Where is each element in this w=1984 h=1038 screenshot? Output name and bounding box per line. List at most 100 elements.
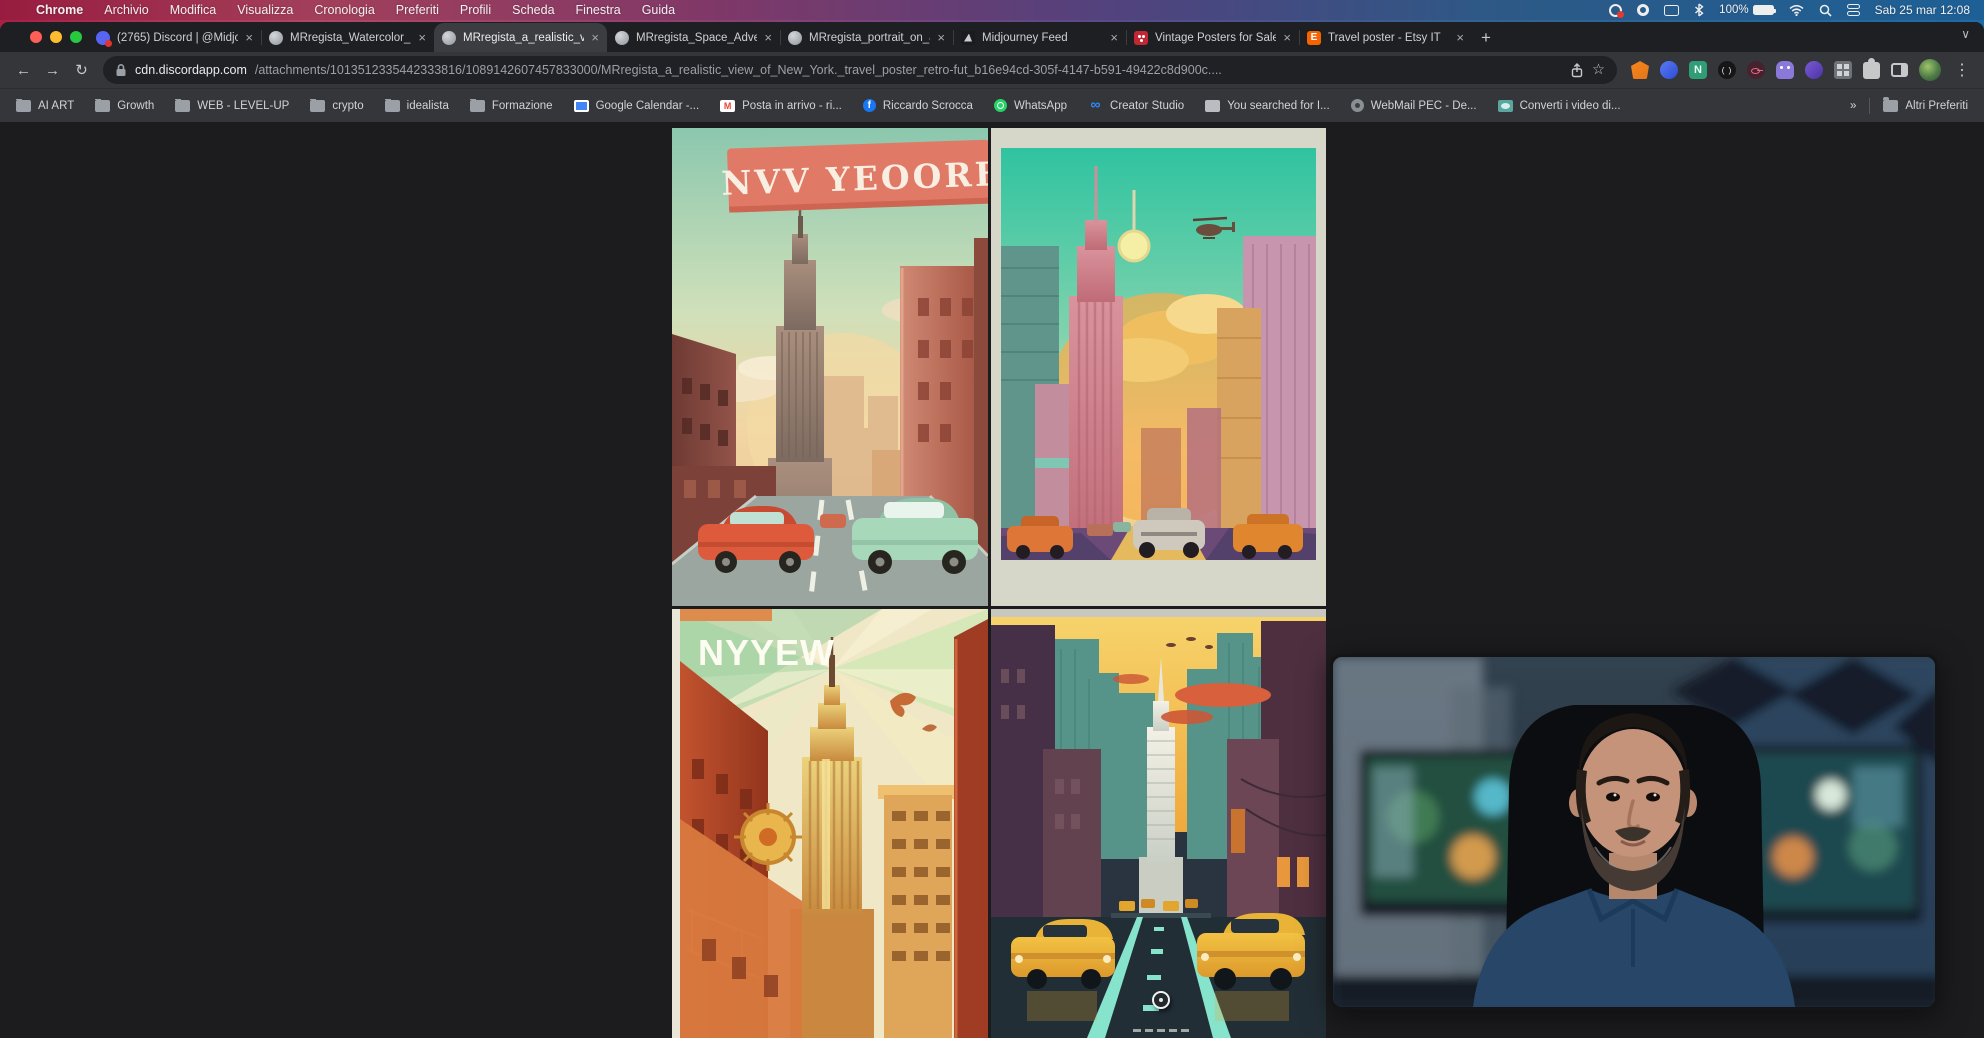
tab-label: Vintage Posters for Sale | bbox=[1155, 32, 1276, 44]
bookmark-icon bbox=[574, 100, 589, 112]
tab-favicon bbox=[442, 31, 456, 45]
menu-item[interactable]: Preferiti bbox=[396, 3, 439, 17]
n-extension-icon[interactable] bbox=[1689, 61, 1707, 79]
bookmark-items: AI ART Growth WEB - LEVEL-UP crypto bbox=[16, 99, 1621, 112]
profile-avatar[interactable] bbox=[1919, 59, 1941, 81]
bookmark-star-icon[interactable]: ☆ bbox=[1592, 62, 1605, 78]
tab-search-chevron-icon[interactable]: ∨ bbox=[1961, 27, 1970, 41]
tab-close-icon[interactable]: × bbox=[1283, 31, 1291, 44]
bookmark-label: Growth bbox=[117, 100, 154, 112]
menu-item[interactable]: Visualizza bbox=[237, 3, 293, 17]
forward-button[interactable]: → bbox=[39, 57, 66, 84]
bookmark-item[interactable]: Growth bbox=[95, 100, 154, 112]
bookmark-item[interactable]: Posta in arrivo - ri... bbox=[720, 100, 842, 112]
chrome-menu-dots-icon[interactable]: ⋮ bbox=[1954, 60, 1970, 80]
menu-item[interactable]: Cronologia bbox=[314, 3, 374, 17]
fullscreen-window-button[interactable] bbox=[70, 31, 82, 43]
bookmark-item[interactable]: Converti i video di... bbox=[1498, 100, 1621, 112]
side-panel-icon[interactable] bbox=[1891, 63, 1908, 77]
minimize-window-button[interactable] bbox=[50, 31, 62, 43]
bookmark-item[interactable]: idealista bbox=[385, 100, 449, 112]
browser-tab[interactable]: Midjourney Feed × bbox=[953, 23, 1126, 52]
bookmark-item[interactable]: Creator Studio bbox=[1088, 100, 1184, 112]
tab-close-icon[interactable]: × bbox=[764, 31, 772, 44]
display-icon[interactable] bbox=[1664, 5, 1679, 16]
password-key-extension-icon[interactable] bbox=[1747, 61, 1765, 79]
user-switch-icon[interactable] bbox=[1847, 4, 1860, 16]
tab-close-icon[interactable]: × bbox=[937, 31, 945, 44]
menu-item[interactable]: Scheda bbox=[512, 3, 554, 17]
menubar-clock[interactable]: Sab 25 mar 12:08 bbox=[1875, 3, 1970, 17]
window-controls bbox=[30, 31, 82, 43]
sun-ornament bbox=[734, 803, 802, 871]
browser-tab[interactable]: MRregista_Space_Advent × bbox=[607, 23, 780, 52]
bookmark-item[interactable]: WhatsApp bbox=[994, 99, 1067, 112]
browser-tab[interactable]: Travel poster - Etsy IT × bbox=[1299, 23, 1472, 52]
tab-close-icon[interactable]: × bbox=[1456, 31, 1464, 44]
bookmark-item[interactable]: Riccardo Scrocca bbox=[863, 99, 973, 112]
address-bar[interactable]: cdn.discordapp.com /attachments/10135123… bbox=[103, 56, 1617, 84]
url-host: cdn.discordapp.com bbox=[135, 63, 247, 77]
spotlight-search-icon[interactable] bbox=[1819, 4, 1832, 17]
poster-art bbox=[991, 128, 1326, 606]
other-bookmarks-folder[interactable]: Altri Preferiti bbox=[1883, 100, 1968, 112]
metamask-extension-icon[interactable] bbox=[1631, 61, 1649, 79]
bookmark-item[interactable]: crypto bbox=[310, 100, 363, 112]
bookmark-icon bbox=[863, 99, 876, 112]
bookmark-icon bbox=[385, 100, 400, 112]
browser-toolbar: ← → ↻ cdn.discordapp.com /attachments/10… bbox=[0, 52, 1984, 88]
purple-extension-icon[interactable] bbox=[1805, 61, 1823, 79]
menu-item[interactable]: Finestra bbox=[576, 3, 621, 17]
browser-tab[interactable]: MRregista_Watercolor_Pa × bbox=[261, 23, 434, 52]
tab-strip: (2765) Discord | @Midjou × MRregista_Wat… bbox=[0, 22, 1984, 52]
tab-favicon bbox=[788, 31, 802, 45]
tab-close-icon[interactable]: × bbox=[245, 31, 253, 44]
menubar-status-area: 100% Sab 25 mar 12:08 bbox=[1609, 3, 1970, 17]
blue-extension-icon[interactable] bbox=[1660, 61, 1678, 79]
battery-indicator[interactable]: 100% bbox=[1719, 4, 1773, 16]
tab-favicon bbox=[1134, 31, 1148, 45]
tab-favicon bbox=[961, 31, 975, 45]
tab-label: MRregista_a_realistic_vie bbox=[463, 32, 584, 44]
bookmark-item[interactable]: Formazione bbox=[470, 100, 553, 112]
lock-icon[interactable] bbox=[115, 63, 127, 77]
tab-close-icon[interactable]: × bbox=[591, 31, 599, 44]
ghost-extension-icon[interactable] bbox=[1776, 61, 1794, 79]
new-tab-button[interactable]: + bbox=[1472, 24, 1500, 52]
bookmark-icon bbox=[1351, 99, 1364, 112]
bookmark-item[interactable]: You searched for I... bbox=[1205, 100, 1330, 112]
bookmark-item[interactable]: WEB - LEVEL-UP bbox=[175, 100, 289, 112]
grid-extension-icon[interactable] bbox=[1834, 61, 1852, 79]
menu-item[interactable]: Archivio bbox=[104, 3, 148, 17]
browser-tab[interactable]: Vintage Posters for Sale | × bbox=[1126, 23, 1299, 52]
bookmark-icon bbox=[1205, 100, 1220, 112]
reload-button[interactable]: ↻ bbox=[68, 57, 95, 84]
bookmark-item[interactable]: Google Calendar -... bbox=[574, 100, 700, 112]
share-icon[interactable] bbox=[1570, 63, 1584, 78]
bookmark-item[interactable]: AI ART bbox=[16, 100, 74, 112]
menu-item[interactable]: Modifica bbox=[170, 3, 217, 17]
close-window-button[interactable] bbox=[30, 31, 42, 43]
battery-percent: 100% bbox=[1719, 4, 1748, 16]
bookmark-icon bbox=[175, 100, 190, 112]
browser-tab[interactable]: (2765) Discord | @Midjou × bbox=[88, 23, 261, 52]
wifi-icon[interactable] bbox=[1789, 5, 1804, 16]
browser-tab[interactable]: MRregista_a_realistic_vie × bbox=[434, 23, 607, 52]
bookmark-icon bbox=[720, 100, 735, 112]
parentheses-extension-icon[interactable] bbox=[1718, 61, 1736, 79]
poster-title-text: NYYEW bbox=[698, 632, 835, 673]
back-button[interactable]: ← bbox=[10, 57, 37, 84]
extensions-puzzle-icon[interactable] bbox=[1863, 62, 1880, 79]
bluetooth-icon[interactable] bbox=[1694, 3, 1704, 17]
screen-record-icon[interactable] bbox=[1609, 4, 1622, 17]
browser-tab[interactable]: MRregista_portrait_on_a_ × bbox=[780, 23, 953, 52]
menu-item[interactable]: Guida bbox=[642, 3, 675, 17]
bookmark-item[interactable]: WebMail PEC - De... bbox=[1351, 99, 1477, 112]
obs-icon[interactable] bbox=[1637, 4, 1649, 16]
menu-item[interactable]: Chrome bbox=[36, 3, 83, 17]
folder-icon bbox=[1883, 100, 1898, 112]
tab-close-icon[interactable]: × bbox=[418, 31, 426, 44]
tab-close-icon[interactable]: × bbox=[1110, 31, 1118, 44]
menu-item[interactable]: Profili bbox=[460, 3, 491, 17]
bookmarks-overflow-icon[interactable]: » bbox=[1850, 100, 1856, 112]
